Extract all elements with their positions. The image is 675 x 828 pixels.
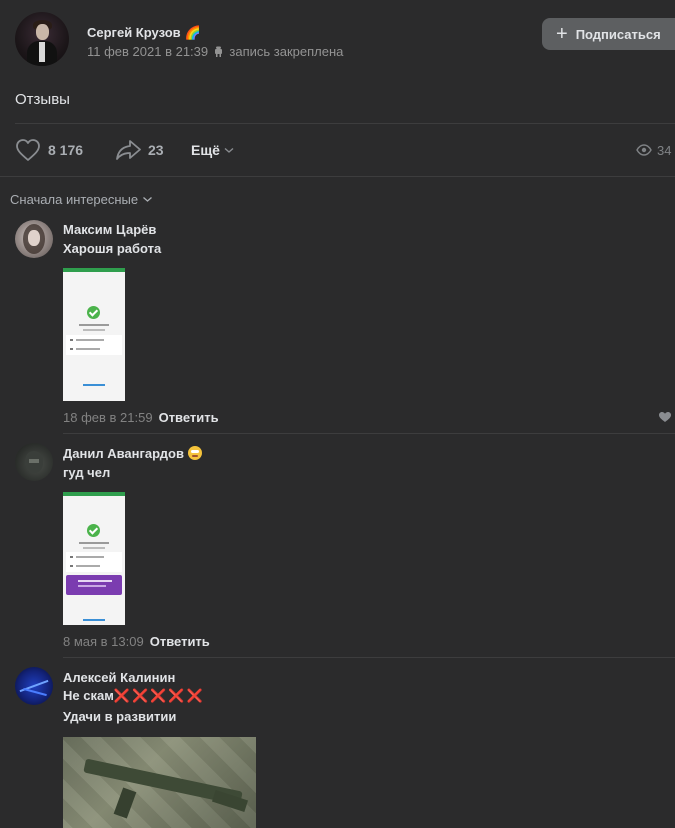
comment-photo[interactable] [63,492,125,625]
divider [0,176,675,177]
divider [15,123,675,124]
comment-meta: 18 фев в 21:59 Ответить [63,410,219,425]
more-label: Ещё [191,142,220,158]
comment-date[interactable]: 8 мая в 13:09 [63,634,144,649]
chevron-down-icon [224,147,234,153]
subscribe-label: Подписаться [575,26,661,42]
comment-text: Удачи в развитии [63,709,177,724]
author-name-text[interactable]: Сергей Крузов [87,25,181,40]
views-counter: 34 [636,136,671,164]
like-button[interactable]: 8 176 [15,136,83,164]
comments-sort[interactable]: Сначала интересные [10,192,153,207]
comment-date[interactable]: 18 фев в 21:59 [63,410,153,425]
grin-emoji [187,446,202,460]
subscribe-button[interactable]: + Подписаться [542,18,675,50]
comment-text-line1: Не скам [63,688,114,703]
author-avatar[interactable] [15,12,69,66]
heart-icon[interactable] [658,411,672,423]
share-button[interactable]: 23 [115,136,164,164]
sort-label: Сначала интересные [10,192,139,207]
post-text: Отзывы [15,91,70,108]
comment-author[interactable]: Данил Авангардов [63,446,202,461]
comment-text: гуд чел [63,465,111,480]
comment-meta: 8 мая в 13:09 Ответить [63,634,210,649]
avatar[interactable] [15,220,53,258]
cross-mark-emojis: ❌❌❌❌❌ [113,688,205,703]
views-count: 34 [657,142,672,158]
comment-author-text[interactable]: Данил Авангардов [63,446,184,461]
rainbow-emoji: 🌈 [184,25,201,40]
comment-text: Не скам❌❌❌❌❌ [63,684,205,707]
post-meta: 11 фев 2021 в 21:39 запись закреплена [87,44,343,59]
comment-author[interactable]: Максим Царёв [63,222,156,237]
pinned-label: запись закреплена [229,44,344,59]
comment-photo[interactable] [63,268,125,401]
plus-icon: + [556,23,568,45]
reply-button[interactable]: Ответить [150,634,210,649]
chevron-down-icon [143,197,153,202]
heart-icon [16,139,40,161]
more-button[interactable]: Ещё [191,136,235,164]
avatar[interactable] [15,443,53,481]
divider [63,657,675,658]
comment-text: Харошя работа [63,241,162,256]
divider [63,433,675,434]
share-arrow-icon [116,140,141,160]
shares-count: 23 [148,142,164,158]
post-date[interactable]: 11 фев 2021 в 21:39 [87,44,208,59]
author-name[interactable]: Сергей Крузов 🌈 [87,25,201,41]
eye-icon [636,144,652,156]
comment-photo[interactable] [63,737,256,828]
android-pin-icon [214,46,222,57]
avatar[interactable] [15,667,53,705]
likes-count: 8 176 [48,142,84,158]
reply-button[interactable]: Ответить [159,410,219,425]
comment-author[interactable]: Алексей Калинин [63,670,175,685]
